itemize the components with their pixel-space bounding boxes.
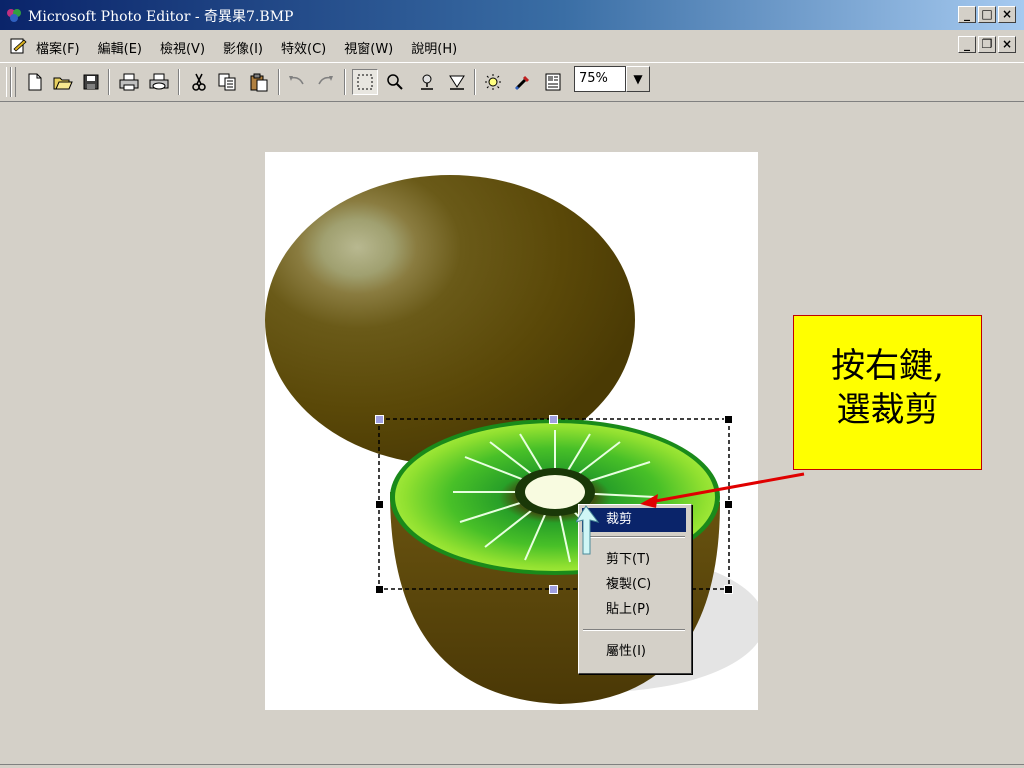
toolbar: [0, 62, 1024, 102]
toolbar-separator: [344, 69, 346, 95]
title-bar: Microsoft Photo Editor - 奇異果7.BMP _ □ ×: [0, 0, 1024, 30]
window-title: Microsoft Photo Editor - 奇異果7.BMP: [28, 9, 294, 25]
toolbar-separator: [474, 69, 476, 95]
toolbar-separator: [278, 69, 280, 95]
new-icon[interactable]: [22, 69, 48, 95]
properties-icon[interactable]: [540, 69, 566, 95]
menu-edit[interactable]: 編輯(E): [98, 38, 142, 57]
doc-close-button[interactable]: ×: [998, 36, 1016, 53]
selection-handle-tc[interactable]: [549, 415, 558, 424]
copy-icon[interactable]: [214, 69, 240, 95]
callout-arrow-icon: [640, 472, 805, 508]
undo-icon[interactable]: [284, 69, 310, 95]
selection-handle-ml[interactable]: [375, 500, 384, 509]
zoom-field[interactable]: 75%: [574, 66, 626, 92]
selection-handle-br[interactable]: [724, 585, 733, 594]
minimize-button[interactable]: _: [958, 6, 976, 23]
doc-minimize-button[interactable]: _: [958, 36, 976, 53]
selection-handle-bc[interactable]: [549, 585, 558, 594]
selection-handle-bl[interactable]: [375, 585, 384, 594]
cut-icon[interactable]: [186, 69, 212, 95]
eyedropper-icon[interactable]: [510, 69, 536, 95]
menu-image[interactable]: 影像(I): [223, 38, 263, 57]
smudge-icon[interactable]: [414, 69, 440, 95]
selection-handle-tr[interactable]: [724, 415, 733, 424]
balance-icon[interactable]: [480, 69, 506, 95]
open-icon[interactable]: [50, 69, 76, 95]
context-menu-paste[interactable]: 貼上(P): [582, 598, 686, 622]
chevron-down-icon[interactable]: ▼: [626, 66, 650, 92]
save-icon[interactable]: [78, 69, 104, 95]
menu-effects[interactable]: 特效(C): [281, 38, 326, 57]
context-menu-properties[interactable]: 屬性(I): [582, 640, 686, 664]
maximize-button[interactable]: □: [978, 6, 996, 23]
document-window-controls: _ ❐ ×: [958, 36, 1016, 53]
print-icon[interactable]: [116, 69, 142, 95]
photo-editor-app-icon[interactable]: [6, 7, 22, 23]
instruction-callout: 按右鍵, 選裁剪: [793, 315, 982, 470]
toolbar-separator: [178, 69, 180, 95]
close-button[interactable]: ×: [998, 6, 1016, 23]
zoom-combo[interactable]: 75% ▼: [574, 66, 652, 94]
print-preview-icon[interactable]: [146, 69, 172, 95]
paste-icon[interactable]: [246, 69, 272, 95]
menu-view[interactable]: 檢視(V): [160, 38, 205, 57]
select-icon[interactable]: [352, 69, 378, 95]
menu-help[interactable]: 說明(H): [411, 38, 457, 57]
callout-line-1: 按右鍵,: [831, 346, 944, 386]
toolbar-grip-2[interactable]: [11, 67, 16, 97]
menu-items: 檔案(F) 編輯(E) 檢視(V) 影像(I) 特效(C) 視窗(W) 說明(H…: [36, 38, 457, 57]
callout-line-2: 選裁剪: [836, 390, 939, 430]
context-menu-separator: [583, 629, 685, 631]
selection-handle-tl[interactable]: [375, 415, 384, 424]
window-bottom-edge: [0, 764, 1024, 768]
zoom-icon[interactable]: [382, 69, 408, 95]
redo-icon[interactable]: [312, 69, 338, 95]
doc-restore-button[interactable]: ❐: [978, 36, 996, 53]
context-menu-copy[interactable]: 複製(C): [582, 573, 686, 597]
menu-file[interactable]: 檔案(F): [36, 38, 80, 57]
menu-window[interactable]: 視窗(W): [344, 38, 393, 57]
mouse-cursor-icon: [576, 505, 600, 555]
window-controls: _ □ ×: [958, 6, 1016, 23]
document-icon[interactable]: [8, 36, 28, 56]
menu-bar: 檔案(F) 編輯(E) 檢視(V) 影像(I) 特效(C) 視窗(W) 說明(H…: [0, 30, 1024, 62]
toolbar-separator: [108, 69, 110, 95]
sharpen-icon[interactable]: [444, 69, 470, 95]
